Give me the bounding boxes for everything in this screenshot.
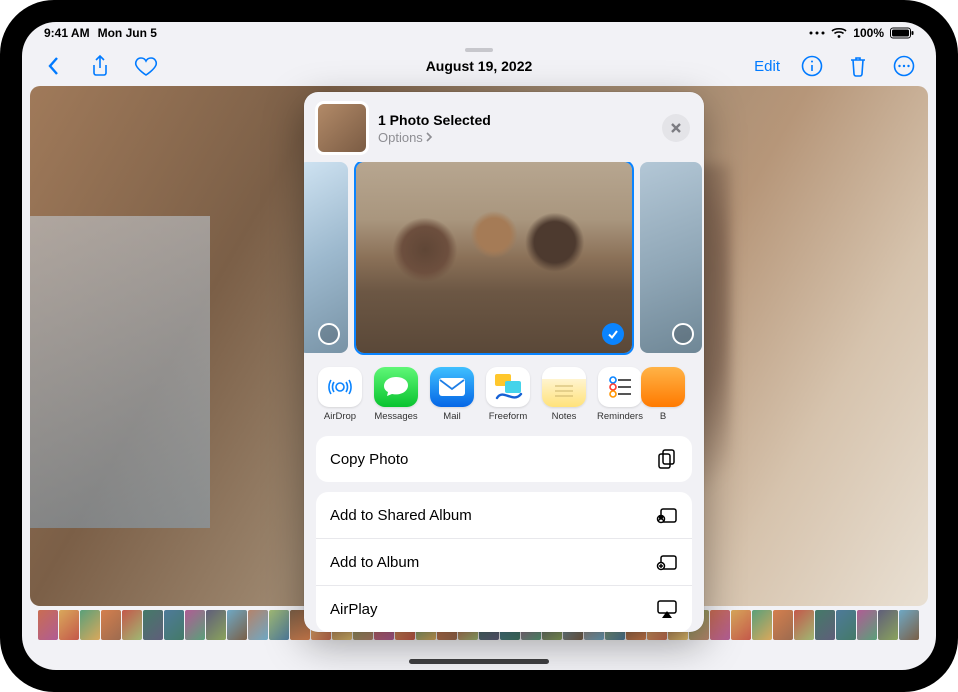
actions-group-2: Add to Shared Album Add to Album AirPlay (316, 492, 692, 632)
filmstrip-thumb[interactable] (815, 610, 835, 640)
share-target-label: Reminders (597, 411, 643, 422)
share-target-notes[interactable]: Notes (536, 367, 592, 422)
filmstrip-thumb[interactable] (101, 610, 121, 640)
three-dots-icon (809, 28, 825, 38)
actions-group-1: Copy Photo (316, 436, 692, 482)
freeform-icon (486, 367, 530, 407)
share-sheet-options-button[interactable]: Options (378, 130, 433, 145)
filmstrip-thumb[interactable] (185, 610, 205, 640)
action-add-album[interactable]: Add to Album (316, 538, 692, 585)
copy-icon (656, 448, 678, 470)
favorite-button[interactable] (132, 52, 160, 80)
filmstrip-thumb[interactable] (227, 610, 247, 640)
filmstrip-thumb[interactable] (794, 610, 814, 640)
status-battery-percent: 100% (853, 26, 884, 40)
share-target-airdrop[interactable]: AirDrop (312, 367, 368, 422)
filmstrip-thumb[interactable] (248, 610, 268, 640)
share-target-label: AirDrop (324, 411, 356, 422)
filmstrip-thumb[interactable] (164, 610, 184, 640)
selection-badge-checked[interactable] (602, 323, 624, 345)
battery-icon (890, 27, 914, 39)
share-target-label: Notes (552, 411, 577, 422)
airdrop-icon (318, 367, 362, 407)
filmstrip-thumb[interactable] (143, 610, 163, 640)
selection-badge-unchecked[interactable] (318, 323, 340, 345)
status-time: 9:41 AM (44, 26, 90, 40)
share-sheet-thumbnail (318, 104, 366, 152)
trash-button[interactable] (844, 52, 872, 80)
share-sheet-photo-strip[interactable] (304, 162, 704, 363)
share-targets-row[interactable]: AirDrop Messages Mail (304, 363, 704, 426)
screen: 9:41 AM Mon Jun 5 100% (22, 22, 936, 670)
filmstrip-thumb[interactable] (731, 610, 751, 640)
share-sheet-photo-prev[interactable] (304, 162, 348, 353)
shared-album-icon (656, 504, 678, 526)
share-target-messages[interactable]: Messages (368, 367, 424, 422)
share-target-label: B (660, 411, 666, 422)
share-sheet: 1 Photo Selected Options (304, 92, 704, 632)
share-sheet-photo-selected[interactable] (356, 162, 632, 353)
filmstrip-thumb[interactable] (59, 610, 79, 640)
status-bar: 9:41 AM Mon Jun 5 100% (22, 22, 936, 44)
action-copy-photo[interactable]: Copy Photo (316, 436, 692, 482)
share-target-reminders[interactable]: Reminders (592, 367, 648, 422)
app-icon (641, 367, 685, 407)
action-label: Add to Shared Album (330, 507, 472, 524)
share-target-label: Messages (374, 411, 417, 422)
mail-icon (430, 367, 474, 407)
device-frame: 9:41 AM Mon Jun 5 100% (0, 0, 958, 692)
filmstrip-thumb[interactable] (269, 610, 289, 640)
share-target-freeform[interactable]: Freeform (480, 367, 536, 422)
edit-button[interactable]: Edit (754, 58, 780, 75)
share-sheet-photo-next[interactable] (640, 162, 702, 353)
filmstrip-thumb[interactable] (206, 610, 226, 640)
share-button[interactable] (86, 52, 114, 80)
share-target-mail[interactable]: Mail (424, 367, 480, 422)
filmstrip-thumb[interactable] (38, 610, 58, 640)
close-button[interactable] (662, 114, 690, 142)
filmstrip-thumb[interactable] (836, 610, 856, 640)
filmstrip-thumb[interactable] (80, 610, 100, 640)
status-date: Mon Jun 5 (98, 26, 157, 40)
info-button[interactable] (798, 52, 826, 80)
reminders-icon (598, 367, 642, 407)
more-button[interactable] (890, 52, 918, 80)
wifi-icon (831, 27, 847, 39)
messages-icon (374, 367, 418, 407)
chevron-right-icon (425, 132, 433, 142)
checkmark-icon (607, 328, 619, 340)
notes-icon (542, 367, 586, 407)
filmstrip-thumb[interactable] (773, 610, 793, 640)
action-label: Add to Album (330, 554, 419, 571)
action-airplay[interactable]: AirPlay (316, 585, 692, 632)
app-toolbar: August 19, 2022 Edit (22, 46, 936, 86)
action-label: AirPlay (330, 601, 378, 618)
share-sheet-title: 1 Photo Selected (378, 112, 650, 128)
album-icon (656, 551, 678, 573)
filmstrip-thumb[interactable] (122, 610, 142, 640)
share-target-label: Mail (443, 411, 460, 422)
action-label: Copy Photo (330, 451, 408, 468)
filmstrip-thumb[interactable] (752, 610, 772, 640)
filmstrip-thumb[interactable] (857, 610, 877, 640)
share-target-more[interactable]: B (648, 367, 678, 422)
selection-badge-unchecked[interactable] (672, 323, 694, 345)
share-target-label: Freeform (489, 411, 528, 422)
multitask-grabber[interactable] (465, 48, 493, 52)
filmstrip-thumb[interactable] (899, 610, 919, 640)
airplay-icon (656, 598, 678, 620)
action-add-shared-album[interactable]: Add to Shared Album (316, 492, 692, 538)
back-button[interactable] (40, 52, 68, 80)
filmstrip-thumb[interactable] (710, 610, 730, 640)
filmstrip-thumb[interactable] (878, 610, 898, 640)
home-indicator[interactable] (409, 659, 549, 664)
share-sheet-options-label: Options (378, 130, 423, 145)
